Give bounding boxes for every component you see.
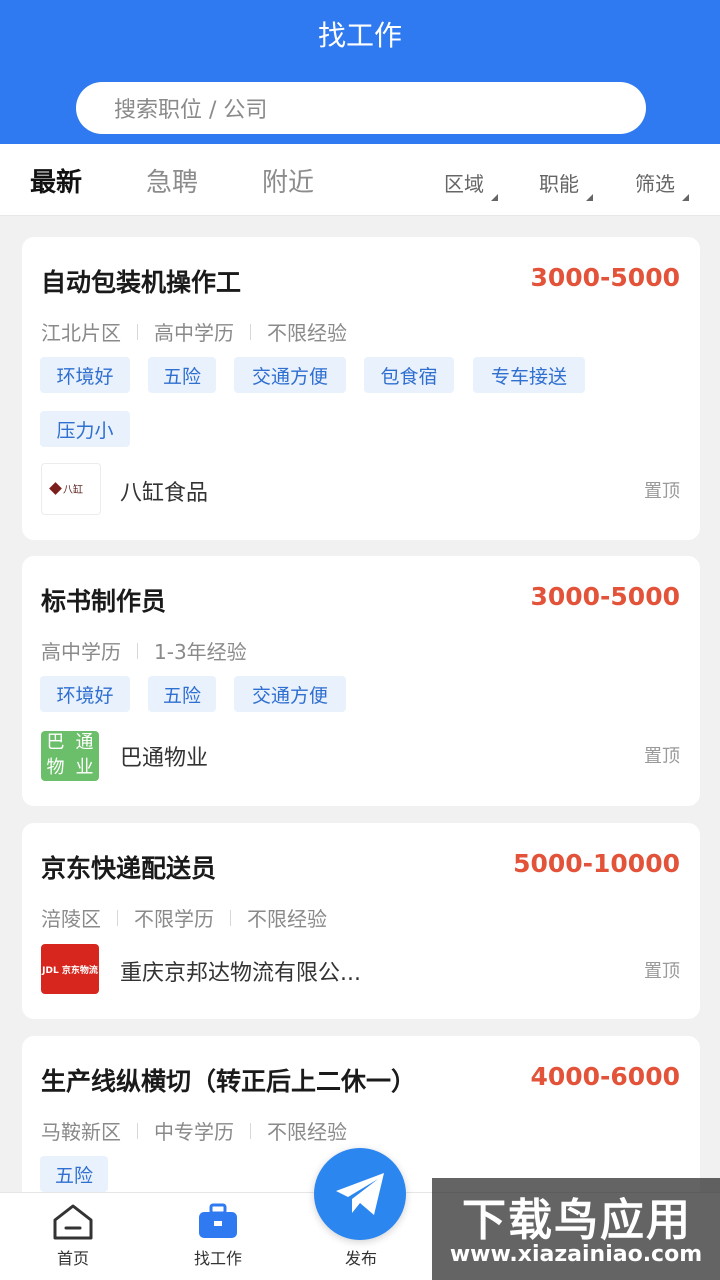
- nav-home[interactable]: 首页: [18, 1193, 128, 1280]
- job-tag: 五险: [148, 357, 216, 393]
- job-education: 中专学历: [154, 1120, 234, 1144]
- job-education: 高中学历: [41, 640, 121, 664]
- job-meta: 涪陵区 不限学历 不限经验: [41, 903, 327, 932]
- filter-function-label: 职能: [539, 172, 579, 196]
- tab-nearby[interactable]: 附近: [262, 162, 314, 199]
- job-tag: 专车接送: [473, 357, 585, 393]
- job-card[interactable]: 京东快递配送员 5000-10000 涪陵区 不限学历 不限经验 JDL 京东物…: [22, 823, 700, 1019]
- job-title: 京东快递配送员: [41, 854, 217, 883]
- job-meta: 江北片区 高中学历 不限经验: [41, 317, 347, 346]
- search-placeholder: 搜索职位 / 公司: [114, 98, 268, 123]
- watermark-title: 下载鸟应用: [462, 1195, 692, 1246]
- triangle-down-icon: [491, 194, 498, 201]
- company-logo: JDL 京东物流: [41, 944, 99, 994]
- filter-area[interactable]: 区域: [444, 168, 498, 201]
- job-tag: 包食宿: [364, 357, 454, 393]
- job-location: 涪陵区: [41, 907, 101, 931]
- job-salary: 3000-5000: [530, 263, 680, 292]
- watermark-url: www.xiazainiao.com: [449, 1242, 703, 1267]
- job-experience: 不限经验: [267, 321, 347, 345]
- job-tag: 交通方便: [234, 676, 346, 712]
- job-title: 生产线纵横切（转正后上二休一）: [41, 1067, 417, 1096]
- filter-more[interactable]: 筛选: [635, 168, 689, 201]
- baxian-logo-icon: 八缸: [49, 482, 83, 496]
- nav-home-label: 首页: [56, 1249, 89, 1268]
- pinned-label: 置顶: [644, 481, 680, 502]
- job-card[interactable]: 标书制作员 3000-5000 高中学历 1-3年经验 环境好 五险 交通方便 …: [22, 556, 700, 806]
- filter-more-label: 筛选: [635, 172, 675, 196]
- pinned-label: 置顶: [644, 961, 680, 982]
- job-salary: 5000-10000: [513, 849, 680, 878]
- app-header: 找工作 搜索职位 / 公司: [0, 0, 720, 144]
- job-title: 标书制作员: [41, 587, 167, 616]
- publish-button[interactable]: [314, 1148, 406, 1240]
- nav-jobs-label: 找工作: [193, 1249, 242, 1268]
- filter-area-label: 区域: [444, 172, 484, 196]
- job-tag: 环境好: [40, 676, 130, 712]
- triangle-down-icon: [682, 194, 689, 201]
- job-meta: 马鞍新区 中专学历 不限经验: [41, 1116, 347, 1145]
- triangle-down-icon: [586, 194, 593, 201]
- nav-publish-label: 发布: [344, 1249, 377, 1268]
- company-name: 八缸食品: [120, 481, 209, 506]
- job-tag: 环境好: [40, 357, 130, 393]
- watermark: 下载鸟应用 www.xiazainiao.com: [432, 1178, 720, 1280]
- job-education: 高中学历: [154, 321, 234, 345]
- job-location: 马鞍新区: [41, 1120, 121, 1144]
- job-meta: 高中学历 1-3年经验: [41, 636, 247, 665]
- svg-text:八缸: 八缸: [63, 483, 83, 496]
- job-location: 江北片区: [41, 321, 121, 345]
- job-experience: 1-3年经验: [154, 640, 247, 664]
- job-salary: 4000-6000: [530, 1062, 680, 1091]
- job-title: 自动包装机操作工: [41, 268, 242, 297]
- paper-plane-icon: [336, 1173, 384, 1215]
- company-name: 重庆京邦达物流有限公...: [120, 961, 361, 986]
- nav-jobs[interactable]: 找工作: [163, 1193, 273, 1280]
- job-experience: 不限经验: [247, 907, 327, 931]
- job-tag: 压力小: [40, 411, 130, 447]
- filter-function[interactable]: 职能: [539, 168, 593, 201]
- job-tag: 五险: [148, 676, 216, 712]
- job-tag: 交通方便: [234, 357, 346, 393]
- page-title: 找工作: [317, 19, 402, 52]
- tab-bar: 最新 急聘 附近 区域 职能 筛选: [0, 144, 720, 216]
- tab-latest[interactable]: 最新: [30, 162, 82, 199]
- tab-urgent[interactable]: 急聘: [146, 162, 198, 199]
- job-card[interactable]: 自动包装机操作工 3000-5000 江北片区 高中学历 不限经验 环境好 五险…: [22, 237, 700, 540]
- search-input[interactable]: 搜索职位 / 公司: [76, 82, 646, 134]
- home-icon: [53, 1204, 93, 1240]
- job-tag: 五险: [40, 1156, 108, 1192]
- company-name: 巴通物业: [120, 746, 209, 771]
- pinned-label: 置顶: [644, 746, 680, 767]
- job-salary: 3000-5000: [530, 582, 680, 611]
- company-logo: 八缸: [41, 463, 101, 515]
- job-experience: 不限经验: [267, 1120, 347, 1144]
- company-logo: 巴 通 物 业: [41, 731, 99, 781]
- briefcase-icon: [199, 1203, 237, 1238]
- job-education: 不限学历: [134, 907, 214, 931]
